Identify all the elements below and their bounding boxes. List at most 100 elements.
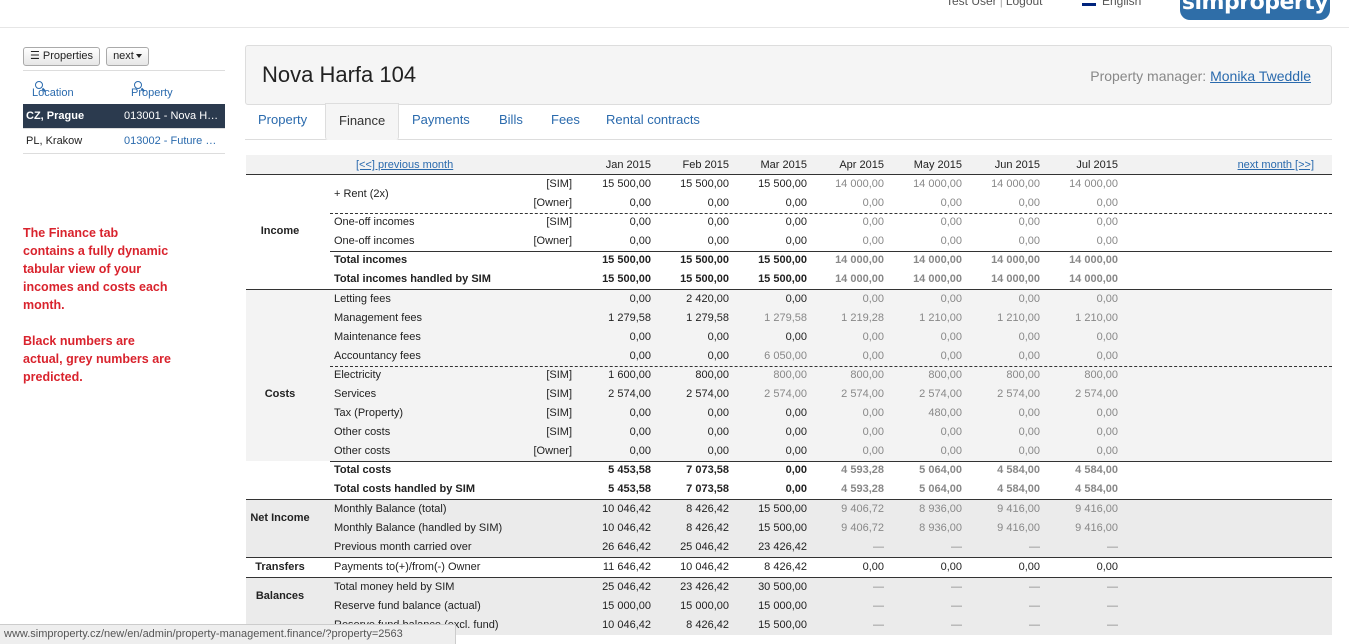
tab-bar: Property Finance Payments Bills Fees Ren…: [245, 103, 1332, 140]
caret-down-icon: [135, 54, 142, 59]
table-cell: 14 000,00: [991, 254, 1040, 266]
table-cell: 0,00: [940, 426, 962, 438]
table-row: [SIM] 15 500,00 15 500,00 15 500,00 14 000,0…: [246, 175, 1332, 194]
table-cell: 15 500,00: [602, 178, 651, 190]
table-cell: —: [1029, 619, 1040, 631]
table-cell: —: [951, 581, 962, 593]
month-header: Jun 2015: [994, 159, 1040, 171]
table-row: Payments to(+)/from(-) Owner 11 646,42 10 …: [246, 558, 1332, 577]
table-row: Total costs handled by SIM 5 453,58 7 073,…: [246, 480, 1332, 499]
table-cell: 11 646,42: [602, 561, 651, 573]
logo[interactable]: simproperty: [1180, 0, 1330, 20]
table-cell: 1 210,00: [997, 312, 1040, 324]
table-row: Tax (Property) [SIM] 0,00 0,00 0,00 0,00 480,0…: [246, 404, 1332, 423]
table-cell: 800,00: [773, 369, 807, 381]
table-cell: 0,00: [785, 235, 807, 247]
section-label: Balances: [255, 590, 305, 602]
table-cell: 1 600,00: [608, 369, 651, 381]
table-cell: 0,00: [629, 216, 651, 228]
table-cell: 14 000,00: [913, 254, 962, 266]
tab-rental-contracts[interactable]: Rental contracts: [593, 103, 713, 140]
table-cell: 0,00: [707, 235, 729, 247]
row-label: Previous month carried over: [334, 541, 472, 553]
next-month-link[interactable]: next month [>>]: [1238, 159, 1314, 171]
table-cell: 0,00: [1018, 445, 1040, 457]
table-cell: 8 426,42: [764, 561, 807, 573]
table-cell: 0,00: [862, 293, 884, 305]
table-cell: 800,00: [695, 369, 729, 381]
table-cell: 10 046,42: [602, 503, 651, 515]
table-cell: 0,00: [629, 426, 651, 438]
table-cell: 0,00: [785, 445, 807, 457]
table-cell: 0,00: [1018, 350, 1040, 362]
table-cell: 9 416,00: [1075, 503, 1118, 515]
table-row: Electricity [SIM] 1 600,00 800,00 800,00 800,…: [246, 366, 1332, 385]
user-name-link[interactable]: Test User: [946, 0, 997, 8]
table-cell: 0,00: [1096, 216, 1118, 228]
tab-property[interactable]: Property: [245, 103, 320, 140]
property-location: PL, Krakow: [26, 135, 83, 147]
table-cell: —: [951, 541, 962, 553]
table-cell: 15 500,00: [758, 178, 807, 190]
table-cell: —: [1029, 600, 1040, 612]
table-cell: 0,00: [1096, 561, 1118, 573]
property-list-item[interactable]: CZ, Prague 013001 - Nova Harfa 104: [23, 104, 225, 129]
row-label: One-off incomes: [334, 235, 415, 247]
previous-month-link[interactable]: [<<] previous month: [356, 159, 453, 171]
row-label: Total costs handled by SIM: [334, 483, 475, 495]
location-filter[interactable]: Location: [32, 79, 74, 99]
row-label: Total costs: [334, 464, 392, 476]
month-header: Mar 2015: [760, 159, 807, 171]
table-cell: 0,00: [1096, 235, 1118, 247]
table-cell: 14 000,00: [991, 273, 1040, 285]
table-cell: 0,00: [1018, 235, 1040, 247]
table-cell: 0,00: [1096, 293, 1118, 305]
table-cell: 4 584,00: [1075, 464, 1118, 476]
table-cell: 23 426,42: [680, 581, 729, 593]
section-label: Costs: [264, 387, 296, 400]
table-cell: 0,00: [785, 293, 807, 305]
property-manager-label: Property manager:: [1090, 68, 1207, 84]
next-button[interactable]: next: [106, 47, 149, 66]
table-cell: 7 073,58: [686, 464, 729, 476]
finance-table: [<<] previous month Jan 2015 Feb 2015 Mar …: [246, 155, 1332, 635]
property-list: CZ, Prague 013001 - Nova Harfa 104 PL, K…: [23, 104, 225, 154]
row-tag: [Owner]: [533, 197, 572, 209]
table-cell: 14 000,00: [991, 178, 1040, 190]
table-row: Previous month carried over 26 646,42 25 0…: [246, 538, 1332, 557]
property-location: CZ, Prague: [26, 110, 85, 122]
table-row: Services [SIM] 2 574,00 2 574,00 2 574,00 2 5…: [246, 385, 1332, 404]
tab-payments[interactable]: Payments: [399, 103, 483, 140]
tab-finance[interactable]: Finance: [325, 103, 400, 140]
table-cell: —: [1107, 600, 1118, 612]
property-filter[interactable]: Property: [131, 79, 173, 99]
sidebar-toolbar: ☰ Properties next: [23, 47, 155, 66]
row-tag: [SIM]: [546, 369, 572, 381]
property-manager-link[interactable]: Monika Tweddle: [1210, 68, 1311, 84]
table-cell: 15 500,00: [680, 254, 729, 266]
table-cell: 2 574,00: [1075, 388, 1118, 400]
tab-bills[interactable]: Bills: [486, 103, 536, 140]
logout-link[interactable]: Logout: [1006, 0, 1043, 8]
table-cell: 800,00: [850, 369, 884, 381]
net-income-section: Monthly Balance (total) 10 046,42 8 426,42…: [246, 500, 1332, 558]
table-cell: 0,00: [1096, 407, 1118, 419]
table-cell: 26 646,42: [602, 541, 651, 553]
property-list-item[interactable]: PL, Krakow 013002 - Future Center: [23, 129, 225, 154]
table-cell: 15 500,00: [758, 503, 807, 515]
tab-fees[interactable]: Fees: [538, 103, 593, 140]
table-row: Other costs [SIM] 0,00 0,00 0,00 0,00 0,00 0,00…: [246, 423, 1332, 442]
properties-button[interactable]: ☰ Properties: [23, 47, 101, 66]
section-label: Net Income: [250, 512, 310, 524]
table-cell: 0,00: [1018, 293, 1040, 305]
language-selector[interactable]: English: [1082, 0, 1141, 8]
table-cell: 14 000,00: [1069, 254, 1118, 266]
table-cell: 0,00: [785, 331, 807, 343]
table-cell: 8 426,42: [686, 619, 729, 631]
table-cell: 10 046,42: [602, 619, 651, 631]
month-header: May 2015: [913, 159, 962, 171]
table-cell: 15 500,00: [758, 254, 807, 266]
table-cell: 8 936,00: [919, 522, 962, 534]
property-header: Nova Harfa 104 Property manager: Monika …: [245, 45, 1332, 105]
row-tag: [SIM]: [546, 388, 572, 400]
